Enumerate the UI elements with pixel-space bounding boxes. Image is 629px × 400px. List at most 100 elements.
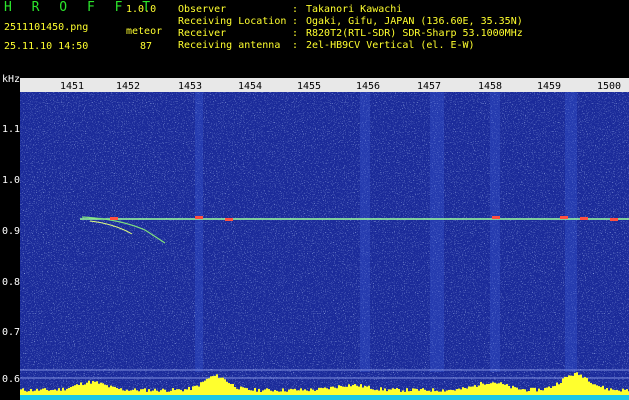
activity-bar: [370, 388, 372, 395]
activity-bar: [158, 391, 160, 395]
x-tick-1457: 1457: [417, 81, 441, 92]
activity-bar: [230, 384, 232, 395]
activity-bar: [534, 387, 536, 395]
activity-bar: [114, 386, 116, 395]
x-tick-1455: 1455: [297, 81, 321, 92]
mode-label: meteor: [126, 26, 163, 37]
activity-bar: [600, 387, 602, 395]
activity-bar: [22, 388, 24, 395]
x-tick-1453: 1453: [178, 81, 202, 92]
activity-bar: [120, 388, 122, 395]
activity-bar: [200, 382, 202, 395]
activity-bar: [612, 389, 614, 395]
activity-bar: [338, 385, 340, 395]
activity-bar: [186, 389, 188, 395]
activity-bar: [468, 386, 470, 395]
activity-bar: [498, 383, 500, 395]
activity-bar: [92, 380, 94, 395]
activity-bar: [554, 385, 556, 395]
activity-bar: [378, 390, 380, 395]
activity-bar: [516, 387, 518, 395]
activity-bar: [368, 385, 370, 395]
x-tick-1451: 1451: [60, 81, 84, 92]
y-axis-unit: kHz: [2, 74, 21, 85]
activity-bar: [470, 386, 472, 395]
activity-bar: [422, 388, 424, 395]
activity-bar: [216, 374, 218, 395]
activity-bar: [116, 388, 118, 395]
activity-bar: [342, 386, 344, 395]
activity-bar: [104, 384, 106, 395]
activity-bar: [82, 385, 84, 395]
activity-bar: [492, 382, 494, 395]
activity-bar: [254, 388, 256, 395]
activity-bar: [500, 382, 502, 395]
activity-bar: [626, 389, 628, 395]
activity-bar: [266, 388, 268, 395]
activity-bar: [168, 391, 170, 395]
activity-bar: [444, 391, 446, 395]
activity-bar: [590, 382, 592, 395]
activity-bar: [408, 391, 410, 395]
activity-bar: [406, 388, 408, 395]
activity-bar: [624, 389, 626, 395]
meteor-count: 87: [140, 41, 153, 52]
x-tick-1456: 1456: [356, 81, 380, 92]
activity-bar: [484, 384, 486, 395]
activity-bar: [184, 389, 186, 395]
activity-bar: [464, 387, 466, 395]
app-version: 1.0.0: [126, 4, 157, 15]
activity-bar: [458, 388, 460, 395]
activity-bar: [146, 391, 148, 395]
activity-bar: [366, 386, 368, 395]
activity-bar: [248, 389, 250, 395]
activity-bar: [188, 386, 190, 395]
activity-bar: [358, 386, 360, 395]
activity-bar: [244, 387, 246, 395]
activity-bar: [326, 388, 328, 395]
activity-bar: [296, 390, 298, 395]
activity-bar: [542, 390, 544, 395]
activity-bar: [400, 391, 402, 395]
activity-bar: [456, 389, 458, 395]
activity-bar: [212, 376, 214, 395]
activity-bar: [172, 388, 174, 395]
activity-bar: [142, 389, 144, 395]
activity-bar: [520, 389, 522, 395]
activity-bar: [374, 390, 376, 395]
activity-bar: [272, 391, 274, 395]
activity-bar: [514, 387, 516, 395]
activity-bar: [522, 389, 524, 395]
activity-bar: [54, 389, 56, 395]
activity-bar: [290, 388, 292, 395]
activity-bar: [532, 387, 534, 395]
activity-bar: [136, 390, 138, 395]
activity-bar: [68, 387, 70, 395]
y-tick-0.9: 0.9: [2, 226, 21, 237]
activity-bar: [348, 384, 350, 395]
activity-bar: [450, 389, 452, 395]
activity-bar: [350, 386, 352, 395]
activity-bar: [552, 386, 554, 395]
activity-bar: [580, 374, 582, 395]
activity-bar: [578, 375, 580, 395]
activity-bar: [462, 387, 464, 395]
activity-bar: [504, 384, 506, 395]
activity-bar: [106, 385, 108, 395]
activity-bar: [280, 391, 282, 395]
activity-bar: [328, 389, 330, 395]
activity-bar: [316, 389, 318, 395]
activity-bar: [588, 381, 590, 395]
echo-hotspot: [195, 216, 203, 219]
activity-bar: [226, 381, 228, 395]
activity-bar: [50, 390, 52, 395]
activity-bar: [596, 385, 598, 395]
activity-bar: [586, 378, 588, 395]
activity-bar: [480, 381, 482, 395]
activity-bar: [354, 384, 356, 395]
activity-bar: [558, 384, 560, 395]
activity-bar: [274, 389, 276, 395]
x-tick-1454: 1454: [238, 81, 262, 92]
activity-bar: [176, 389, 178, 395]
activity-bar: [336, 388, 338, 395]
